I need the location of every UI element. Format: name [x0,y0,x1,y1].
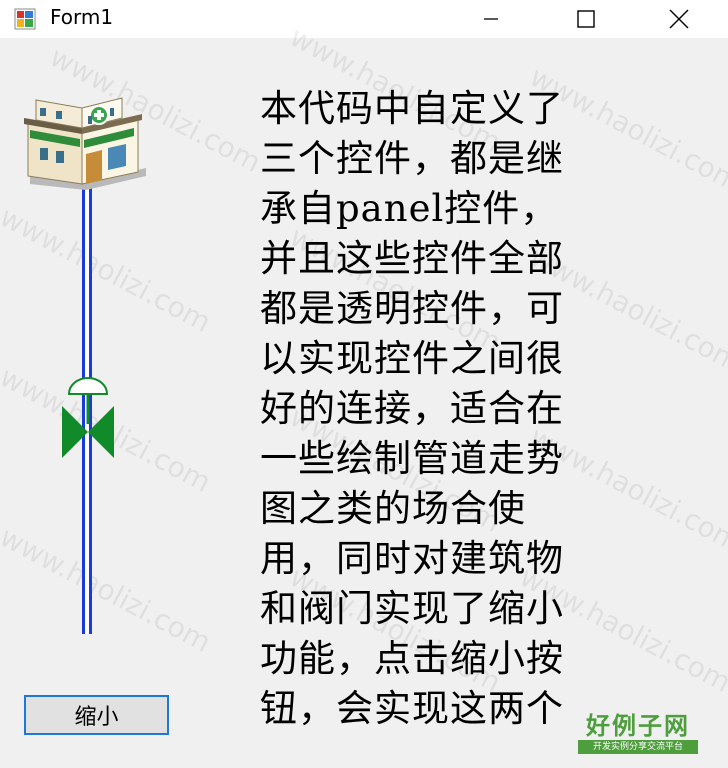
form-app-icon[interactable] [14,8,36,30]
building-icon [24,97,146,190]
maximize-icon [577,10,595,28]
logo-subtext: 开发实例分享交流平台 [578,740,698,754]
minimize-button[interactable] [468,0,514,38]
close-icon [669,9,689,29]
logo-text: 好例子网 [586,712,690,740]
description-label: 本代码中自定义了 三个控件，都是继 承自panel控件， 并且这些控件全部 都是… [260,87,564,730]
valve-icon [62,377,114,458]
title-bar: Form1 [0,0,728,38]
close-button[interactable] [656,0,702,38]
valve-control[interactable] [58,376,118,460]
maximize-button[interactable] [563,0,609,38]
building-control[interactable] [22,96,148,192]
shrink-button[interactable]: 缩小 [24,695,169,735]
window-title: Form1 [50,5,114,29]
minimize-icon [484,18,498,20]
site-logo: 好例子网 开发实例分享交流平台 [576,712,700,762]
